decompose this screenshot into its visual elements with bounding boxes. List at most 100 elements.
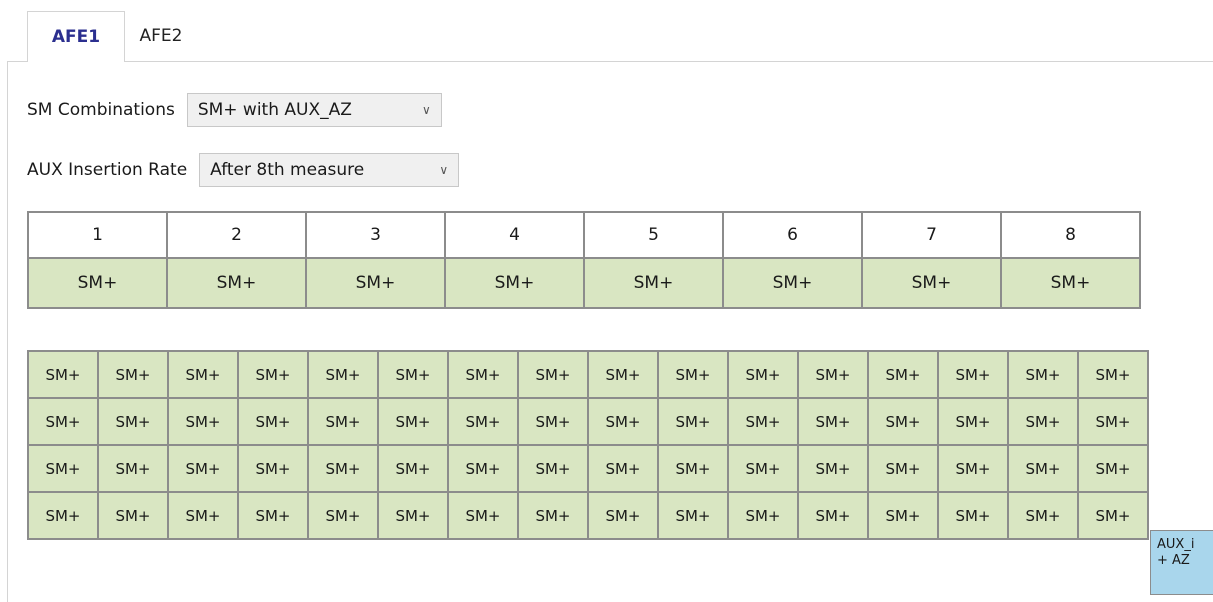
sequence-cell: SM+ [447,444,519,493]
sm-combinations-value: SM+ with AUX_AZ [197,100,352,120]
sequence-cell: SM+ [657,350,729,399]
sequence-cell: SM+ [587,444,659,493]
measure-table: 1 2 3 4 5 6 7 8 SM+ SM+ SM+ SM+ SM+ SM+ … [27,211,1141,309]
sequence-cell: SM+ [167,397,239,446]
measure-header-cell: 4 [444,211,585,259]
sequence-cell: SM+ [727,444,799,493]
sequence-cell: SM+ [1007,397,1079,446]
tab-afe2[interactable]: AFE2 [125,17,197,55]
sequence-cell: SM+ [517,491,589,540]
sequence-cell: SM+ [867,397,939,446]
sequence-cell: SM+ [657,397,729,446]
sequence-cell: SM+ [937,444,1009,493]
sequence-cell: SM+ [517,350,589,399]
measure-cell: SM+ [27,257,168,309]
sequence-cell: SM+ [1007,444,1079,493]
sequence-cell: SM+ [97,491,169,540]
chevron-down-icon: ∨ [422,103,431,117]
sequence-cell: SM+ [797,350,869,399]
sequence-cell: SM+ [727,491,799,540]
sequence-grid: SM+ SM+ SM+ SM+ SM+ SM+ SM+ SM+ SM+ SM+ SM+ SM+ SM+ S… [27,350,1149,540]
sequence-cell: SM+ [517,444,589,493]
sequence-cell: SM+ [937,491,1009,540]
sequence-cell: SM+ [27,491,99,540]
sequence-cell: SM+ [377,350,449,399]
measure-cell: SM+ [166,257,307,309]
sequence-cell: SM+ [1007,491,1079,540]
sequence-cell: SM+ [587,350,659,399]
sequence-row: SM+ SM+ SM+ SM+ SM+ SM+ SM+ SM+ SM+ SM+ SM+ SM+ SM+ S… [27,491,1149,540]
sequence-cell: SM+ [307,444,379,493]
sequence-cell: SM+ [97,444,169,493]
sequence-cell: SM+ [307,491,379,540]
sequence-cell: SM+ [237,350,309,399]
sequence-row: SM+ SM+ SM+ SM+ SM+ SM+ SM+ SM+ SM+ SM+ SM+ SM+ SM+ S… [27,444,1149,493]
sequence-cell: SM+ [377,397,449,446]
aux-insertion-rate-select[interactable]: After 8th measure ∨ [199,153,460,187]
sequence-cell: SM+ [27,350,99,399]
sequence-cell: SM+ [167,444,239,493]
tab-afe1[interactable]: AFE1 [27,11,125,62]
sequence-cell: SM+ [27,444,99,493]
measure-cell: SM+ [722,257,863,309]
sequence-row: SM+ SM+ SM+ SM+ SM+ SM+ SM+ SM+ SM+ SM+ SM+ SM+ SM+ S… [27,350,1149,399]
aux-insertion-rate-value: After 8th measure [210,160,365,180]
sequence-cell: SM+ [657,444,729,493]
sequence-cell: SM+ [377,444,449,493]
sequence-cell: SM+ [447,491,519,540]
measure-cell: SM+ [1000,257,1141,309]
sequence-cell: SM+ [237,397,309,446]
sequence-cell: SM+ [237,444,309,493]
sequence-cell: SM+ [167,350,239,399]
aux-line-2: + AZ [1157,553,1190,568]
sequence-cell: SM+ [517,397,589,446]
sequence-row: SM+ SM+ SM+ SM+ SM+ SM+ SM+ SM+ SM+ SM+ SM+ SM+ SM+ S… [27,397,1149,446]
sequence-cell: SM+ [797,444,869,493]
sequence-cell: SM+ [1077,491,1149,540]
sequence-cell: SM+ [797,491,869,540]
sequence-cell: SM+ [377,491,449,540]
aux-line-1: AUX_i [1157,537,1195,552]
sequence-cell: SM+ [937,350,1009,399]
measure-cell: SM+ [305,257,446,309]
sequence-cell: SM+ [657,491,729,540]
sequence-cell: SM+ [937,397,1009,446]
measure-cell: SM+ [444,257,585,309]
measure-cell: SM+ [861,257,1002,309]
sequence-cell: SM+ [27,397,99,446]
sequence-cell: SM+ [867,350,939,399]
measure-header-cell: 5 [583,211,724,259]
sequence-cell: SM+ [1077,444,1149,493]
sm-combinations-label: SM Combinations [27,100,175,120]
tab-strip: AFE1 AFE2 [27,10,197,62]
measure-header-cell: 7 [861,211,1002,259]
measure-header-row: 1 2 3 4 5 6 7 8 [27,211,1141,259]
sequence-cell: SM+ [1007,350,1079,399]
sequence-cell: SM+ [867,444,939,493]
sequence-cell: SM+ [797,397,869,446]
sequence-cell: SM+ [307,350,379,399]
aux-insertion-rate-label: AUX Insertion Rate [27,160,188,180]
sequence-cell: SM+ [307,397,379,446]
sequence-cell: SM+ [727,397,799,446]
sequence-cell: SM+ [97,350,169,399]
sequence-cell: SM+ [587,491,659,540]
measure-header-cell: 3 [305,211,446,259]
sequence-cell: SM+ [1077,350,1149,399]
aux-az-cell: AUX_i + AZ [1150,530,1213,595]
measure-header-cell: 6 [722,211,863,259]
sm-combinations-select[interactable]: SM+ with AUX_AZ ∨ [186,93,442,127]
sequence-cell: SM+ [97,397,169,446]
sequence-cell: SM+ [447,397,519,446]
chevron-down-icon: ∨ [439,163,449,177]
measure-header-cell: 2 [166,211,307,259]
sequence-cell: SM+ [447,350,519,399]
measure-cell: SM+ [583,257,724,309]
sequence-cell: SM+ [587,397,659,446]
measure-header-cell: 8 [1000,211,1141,259]
sequence-cell: SM+ [727,350,799,399]
sequence-cell: SM+ [167,491,239,540]
measure-header-cell: 1 [27,211,168,259]
measure-content-row: SM+ SM+ SM+ SM+ SM+ SM+ SM+ SM+ [27,257,1141,309]
sequence-cell: SM+ [867,491,939,540]
